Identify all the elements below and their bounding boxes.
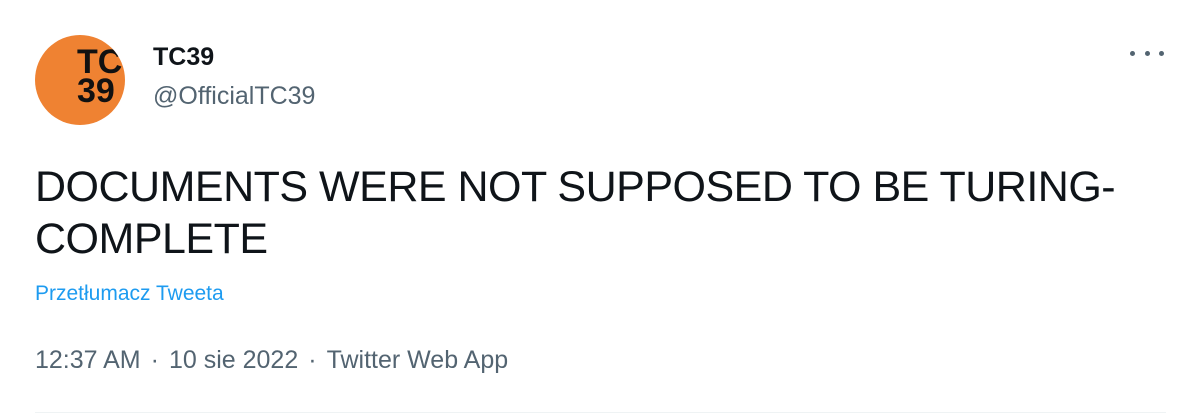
avatar[interactable]: TC 39 xyxy=(35,35,125,125)
author-handle[interactable]: @OfficialTC39 xyxy=(153,82,315,110)
tweet-source-link[interactable]: Twitter Web App xyxy=(327,344,509,376)
dot xyxy=(1130,50,1135,56)
tweet-date-link[interactable]: 10 sie 2022 xyxy=(169,344,298,376)
translate-tweet-link[interactable]: Przetłumacz Tweeta xyxy=(35,281,224,307)
dot xyxy=(1144,50,1150,56)
author-name[interactable]: TC39 xyxy=(153,43,214,71)
more-options-icon[interactable] xyxy=(1130,40,1164,66)
dot xyxy=(1159,50,1164,56)
tweet-text: DOCUMENTS WERE NOT SUPPOSED TO BE TURING… xyxy=(35,163,1116,263)
meta-separator: · xyxy=(308,346,317,374)
tweet-time-link[interactable]: 12:37 AM xyxy=(35,344,141,376)
avatar-logo-line2: 39 xyxy=(77,72,115,110)
meta-separator: · xyxy=(150,346,159,374)
tweet-meta: 12:37 AM · 10 sie 2022 · Twitter Web App xyxy=(35,344,508,376)
avatar-logo: TC 39 xyxy=(77,45,122,110)
tweet-card: TC 39 TC39 @OfficialTC39 DOCUMENTS WERE … xyxy=(0,0,1201,416)
divider xyxy=(35,412,1166,413)
